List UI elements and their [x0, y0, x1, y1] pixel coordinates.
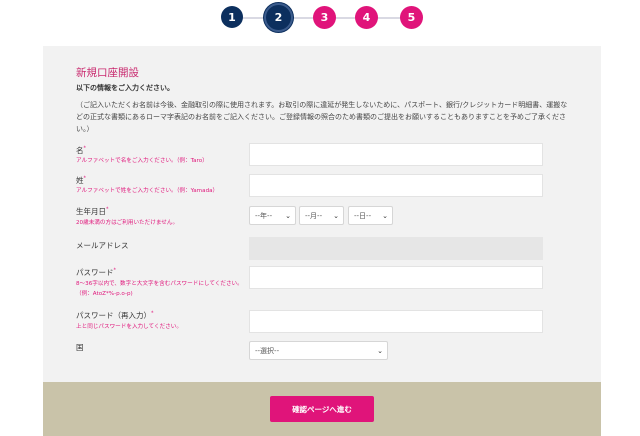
step-2: 2	[264, 3, 293, 32]
confirm-button[interactable]: 確認ページへ進む	[270, 396, 374, 422]
chevron-down-icon: ⌄	[382, 211, 388, 220]
step-4: 4	[355, 6, 378, 29]
form-lead: 以下の情報をご入力ください。	[76, 84, 174, 92]
password-confirm-label: パスワード（再入力）*	[76, 310, 154, 321]
first-name-hint: アルファベットで名をご入力ください。（例：Taro）	[76, 158, 208, 164]
password-hint: 8〜36字以内で、数字と大文字を含むパスワードにしてください。（例：AtoZ*%…	[76, 281, 243, 297]
country-label: 国	[76, 343, 84, 352]
chevron-down-icon: ⌄	[333, 211, 339, 220]
password-label: パスワード*	[76, 267, 116, 278]
step-1-number: 1	[228, 10, 236, 24]
form-footer: 確認ページへ進む	[43, 382, 601, 436]
step-3-number: 3	[320, 11, 329, 24]
birth-day-select[interactable]: --日-- ⌄	[348, 206, 393, 225]
password-confirm-input[interactable]	[249, 310, 543, 333]
step-5: 5	[400, 6, 423, 29]
birth-year-select[interactable]: --年-- ⌄	[249, 206, 296, 225]
password-input[interactable]	[249, 266, 543, 289]
password-confirm-hint: 上と同じパスワードを入力してください。	[76, 324, 182, 330]
step-3: 3	[313, 6, 336, 29]
last-name-hint: アルファベットで姓をご入力ください。（例：Yamada）	[76, 188, 219, 194]
birthdate-hint: 20歳未満の方はご利用いただけません。	[76, 220, 179, 226]
step-1: 1	[221, 6, 243, 28]
page-title: 新規口座開設	[76, 67, 139, 79]
progress-stepper: 1 2 3 4 5	[0, 0, 640, 38]
chevron-down-icon: ⌄	[377, 346, 383, 355]
last-name-input[interactable]	[249, 174, 543, 197]
step-5-number: 5	[407, 11, 416, 24]
first-name-input[interactable]	[249, 143, 543, 166]
form-note: （ご記入いただくお名前は今後、金融取引の際に使用されます。お取引の際に違延が発生…	[76, 101, 568, 133]
country-select[interactable]: --選択-- ⌄	[249, 341, 388, 360]
birthdate-label: 生年月日*	[76, 206, 109, 217]
registration-form: 新規口座開設 以下の情報をご入力ください。 （ご記入いただくお名前は今後、金融取…	[43, 46, 601, 382]
first-name-label: 名*	[76, 145, 86, 156]
email-input	[249, 237, 543, 260]
birth-month-select[interactable]: --月-- ⌄	[299, 206, 344, 225]
email-label: メールアドレス	[76, 241, 129, 250]
last-name-label: 姓*	[76, 175, 86, 186]
step-4-number: 4	[362, 11, 371, 24]
step-2-number: 2	[274, 11, 283, 24]
chevron-down-icon: ⌄	[285, 211, 291, 220]
